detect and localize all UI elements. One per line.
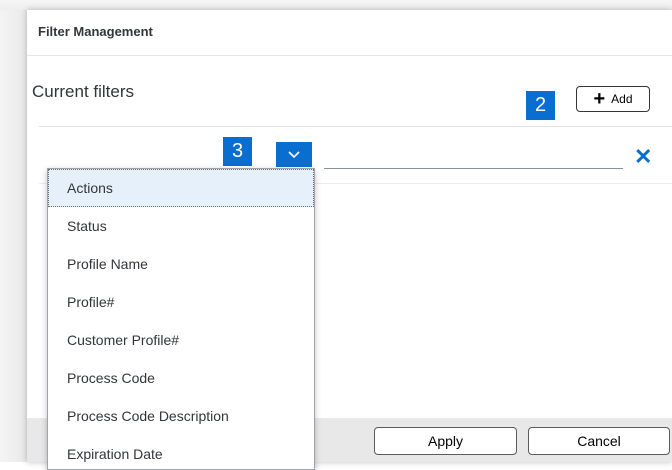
- dropdown-option-process-code-description[interactable]: Process Code Description: [48, 397, 314, 435]
- add-filter-button[interactable]: + Add: [576, 86, 650, 112]
- filter-value-input[interactable]: [324, 168, 623, 169]
- dropdown-option-customer-profile-number[interactable]: Customer Profile#: [48, 321, 314, 359]
- dropdown-option-status[interactable]: Status: [48, 207, 314, 245]
- callout-badge-3: 3: [223, 137, 252, 166]
- dropdown-option-profile-name[interactable]: Profile Name: [48, 245, 314, 283]
- filter-field-dropdown-list[interactable]: Actions Status Profile Name Profile# Cus…: [47, 168, 315, 470]
- chevron-down-icon: [288, 150, 300, 158]
- cancel-button[interactable]: Cancel: [528, 427, 670, 455]
- background-page-top: [0, 0, 672, 10]
- apply-button[interactable]: Apply: [374, 427, 517, 455]
- add-button-label: Add: [611, 92, 633, 106]
- dialog-header: Filter Management: [27, 10, 672, 56]
- current-filters-title: Current filters: [32, 82, 135, 101]
- filter-field-dropdown-button[interactable]: [276, 142, 312, 167]
- dropdown-option-process-code[interactable]: Process Code: [48, 359, 314, 397]
- section-divider: [39, 126, 672, 127]
- dialog-title: Filter Management: [38, 24, 153, 39]
- callout-badge-2: 2: [526, 91, 555, 120]
- background-page: [0, 0, 27, 462]
- dropdown-option-actions[interactable]: Actions: [48, 169, 314, 207]
- close-icon[interactable]: ✕: [634, 146, 652, 168]
- dropdown-option-expiration-date[interactable]: Expiration Date: [48, 435, 314, 469]
- plus-icon: +: [593, 88, 606, 110]
- dropdown-option-profile-number[interactable]: Profile#: [48, 283, 314, 321]
